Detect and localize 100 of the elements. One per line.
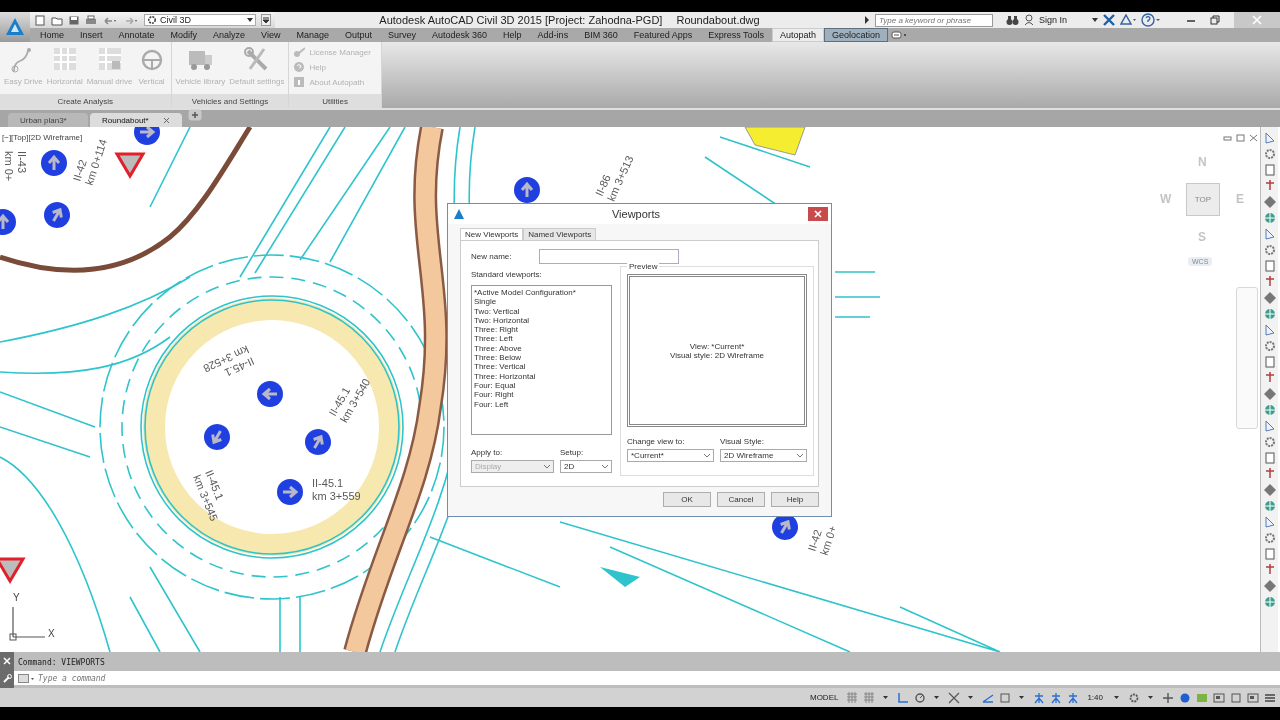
page-icon[interactable] bbox=[1262, 451, 1277, 465]
new-file-icon[interactable] bbox=[34, 14, 46, 26]
caret-icon[interactable] bbox=[1092, 17, 1098, 23]
list-item[interactable]: *Active Model Configuration* bbox=[474, 288, 609, 298]
caret-icon[interactable] bbox=[247, 17, 253, 23]
dialog-tab[interactable]: New Viewports bbox=[460, 228, 524, 240]
binoculars-icon[interactable] bbox=[1005, 14, 1019, 26]
ribbon-tab[interactable]: Home bbox=[32, 28, 72, 42]
diamond-icon[interactable] bbox=[1262, 387, 1277, 401]
ribbon-tab[interactable]: Modify bbox=[162, 28, 206, 42]
annotation-icon[interactable] bbox=[1033, 691, 1046, 704]
isolate-icon[interactable] bbox=[1179, 691, 1191, 704]
globe-icon[interactable] bbox=[1262, 211, 1277, 225]
triangle-icon[interactable] bbox=[1120, 14, 1136, 26]
viewport-list[interactable]: *Active Model Configuration* Single Two: Vertical Two: Horizontal Three: Right Three: Left Three: Above Three: Below Three: Vertical Three: Horizontal Four: Equal Four: Right Four: Left bbox=[471, 285, 612, 435]
globe-icon[interactable] bbox=[1262, 307, 1277, 321]
list-item[interactable]: Three: Left bbox=[474, 334, 609, 344]
restore-icon[interactable] bbox=[1236, 134, 1245, 142]
document-tab[interactable]: Roundabout* bbox=[90, 113, 182, 127]
selection-icon[interactable] bbox=[1230, 691, 1242, 704]
dialog-tab[interactable]: Named Viewports bbox=[523, 228, 597, 240]
ribbon-tab[interactable]: Express Tools bbox=[700, 28, 773, 42]
ribbon-tab[interactable]: Manage bbox=[288, 28, 337, 42]
globe-icon[interactable] bbox=[1262, 595, 1277, 609]
ribbon-tab[interactable]: Add-ins bbox=[529, 28, 577, 42]
menu-caret-icon[interactable] bbox=[261, 14, 271, 26]
restore-icon[interactable] bbox=[1210, 15, 1220, 25]
sign-in-link[interactable]: Sign In bbox=[1038, 15, 1067, 25]
globe-icon[interactable] bbox=[1262, 403, 1277, 417]
list-item[interactable]: Four: Left bbox=[474, 399, 609, 409]
print-icon[interactable] bbox=[85, 14, 97, 26]
search-field[interactable]: Type a keyword or phrase bbox=[874, 13, 993, 27]
open-folder-icon[interactable] bbox=[51, 14, 63, 26]
plus-icon[interactable] bbox=[1162, 691, 1174, 704]
dialog-button[interactable]: OK bbox=[663, 492, 711, 507]
document-tab[interactable]: Urban plan3* bbox=[8, 113, 88, 127]
ortho-icon[interactable] bbox=[897, 691, 910, 704]
ribbon-tab[interactable]: Help bbox=[495, 28, 530, 42]
list-item[interactable]: Two: Vertical bbox=[474, 306, 609, 316]
gear-icon[interactable] bbox=[1262, 147, 1277, 161]
diamond-icon[interactable] bbox=[1262, 579, 1277, 593]
list-item[interactable]: Three: Right bbox=[474, 325, 609, 335]
diamond-icon[interactable] bbox=[1262, 483, 1277, 497]
command-field[interactable]: Type a command bbox=[38, 671, 1280, 685]
diamond-icon[interactable] bbox=[1262, 195, 1277, 209]
diamond-icon[interactable] bbox=[1262, 291, 1277, 305]
gear-icon[interactable] bbox=[1128, 691, 1140, 704]
ribbon-tab[interactable]: Survey bbox=[380, 28, 425, 42]
list-item[interactable]: Three: Above bbox=[474, 343, 609, 354]
undo-icon[interactable] bbox=[102, 14, 118, 26]
ribbon-tab[interactable]: Insert bbox=[72, 28, 111, 42]
angle-icon[interactable] bbox=[982, 691, 995, 704]
ribbon-tab[interactable]: Output bbox=[337, 28, 381, 42]
model-space-button[interactable]: MODEL bbox=[806, 693, 842, 702]
ribbon-tab[interactable]: Autodesk 360 bbox=[424, 28, 496, 42]
gear-icon[interactable] bbox=[1262, 531, 1277, 545]
close-icon[interactable] bbox=[162, 116, 170, 124]
screen-icon[interactable] bbox=[1247, 691, 1259, 704]
ribbon-tab[interactable]: View bbox=[253, 28, 289, 42]
gear-icon[interactable] bbox=[1262, 243, 1277, 257]
dialog-button[interactable]: Cancel bbox=[717, 492, 765, 507]
expand-arrow-icon[interactable] bbox=[863, 15, 870, 25]
save-icon[interactable] bbox=[68, 14, 80, 26]
close-icon[interactable] bbox=[1249, 134, 1258, 142]
snap-icon[interactable] bbox=[948, 691, 961, 704]
redo-icon[interactable] bbox=[123, 14, 139, 26]
workspace-dropdown[interactable]: Civil 3D bbox=[144, 14, 256, 26]
gear-icon[interactable] bbox=[1262, 435, 1277, 449]
ribbon-tab[interactable]: Geolocation bbox=[824, 28, 889, 42]
list-item[interactable]: Two: Horizontal bbox=[474, 315, 609, 326]
dialog-button[interactable]: Help bbox=[771, 492, 819, 507]
wrench-icon[interactable] bbox=[2, 674, 12, 684]
page-icon[interactable] bbox=[1262, 547, 1277, 561]
list-item[interactable]: Four: Equal bbox=[474, 380, 609, 391]
list-item[interactable]: Three: Horizontal bbox=[474, 371, 609, 381]
gear-icon[interactable] bbox=[1262, 339, 1277, 353]
page-icon[interactable] bbox=[1262, 163, 1277, 177]
ribbon-tab[interactable]: Autopath bbox=[772, 28, 825, 42]
annotation-icon[interactable] bbox=[1050, 691, 1063, 704]
dropdown[interactable]: 2D bbox=[560, 460, 612, 473]
ribbon-tab[interactable]: Analyze bbox=[205, 28, 254, 42]
globe-icon[interactable] bbox=[1262, 499, 1277, 513]
menu-icon[interactable] bbox=[1264, 691, 1276, 704]
dropdown[interactable]: *Current* bbox=[627, 449, 714, 462]
page-icon[interactable] bbox=[1262, 355, 1277, 369]
gear-icon[interactable] bbox=[147, 15, 157, 25]
user-icon[interactable] bbox=[1023, 14, 1034, 26]
page-icon[interactable] bbox=[1262, 259, 1277, 273]
panel-toggle-icon[interactable] bbox=[888, 28, 909, 42]
list-item[interactable]: Three: Vertical bbox=[474, 362, 609, 372]
prompt-icon[interactable] bbox=[18, 673, 34, 683]
annotation-scale[interactable]: 1:40 bbox=[1084, 693, 1106, 702]
list-item[interactable]: Four: Right bbox=[474, 390, 609, 400]
screen-icon[interactable] bbox=[1213, 691, 1225, 704]
minimize-icon[interactable] bbox=[1223, 134, 1232, 142]
close-button[interactable] bbox=[808, 207, 828, 221]
ribbon-tab[interactable]: Featured Apps bbox=[625, 28, 701, 42]
annotation-icon[interactable] bbox=[1067, 691, 1080, 704]
list-item[interactable]: Three: Below bbox=[474, 353, 609, 363]
ribbon-tab[interactable]: BIM 360 bbox=[576, 28, 626, 42]
